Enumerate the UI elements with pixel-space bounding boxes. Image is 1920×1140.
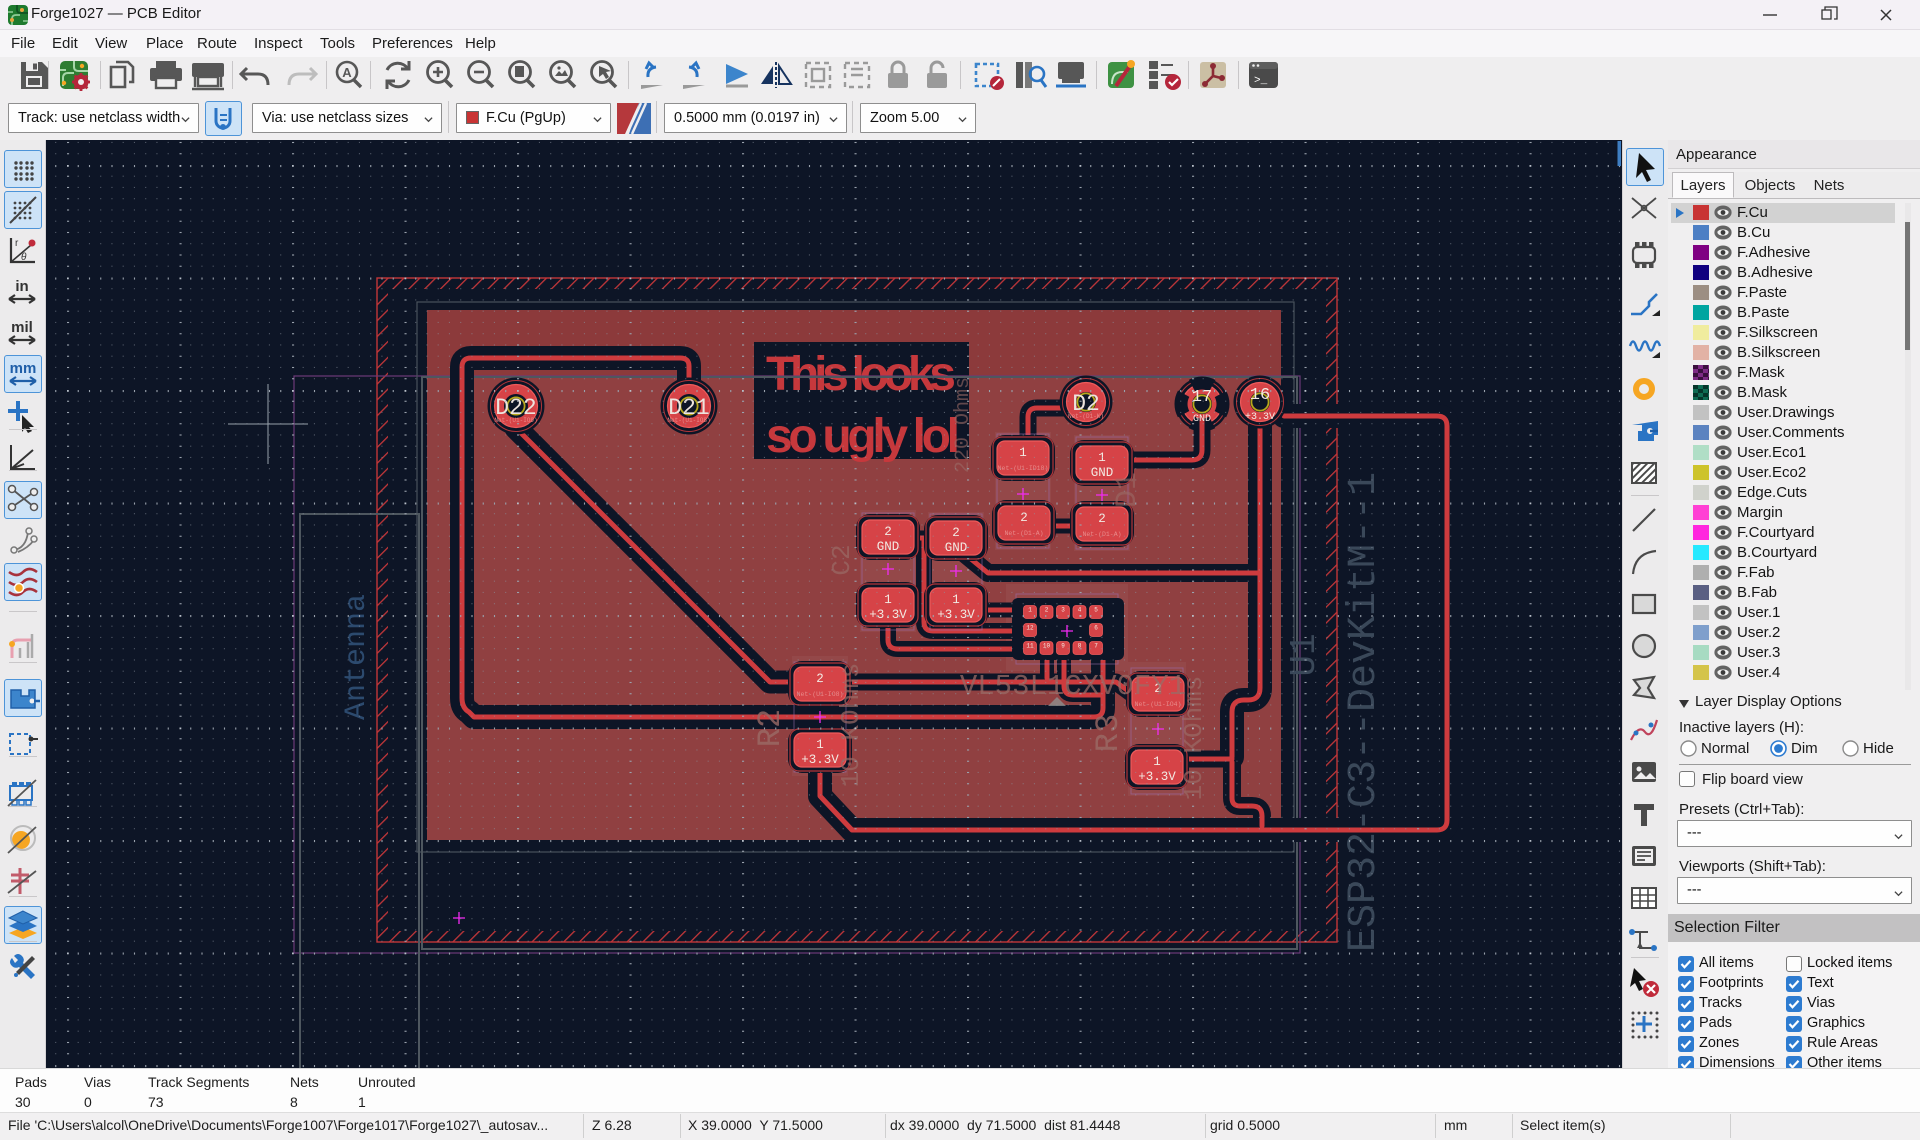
svg-text:mil: mil <box>11 319 33 336</box>
svg-text:θ: θ <box>21 252 27 263</box>
svg-text:>_: >_ <box>1254 75 1268 87</box>
svg-text:mm: mm <box>10 360 37 377</box>
svg-text:in: in <box>15 278 28 295</box>
svg-text:A: A <box>342 65 352 80</box>
svg-text:r: r <box>15 238 19 249</box>
